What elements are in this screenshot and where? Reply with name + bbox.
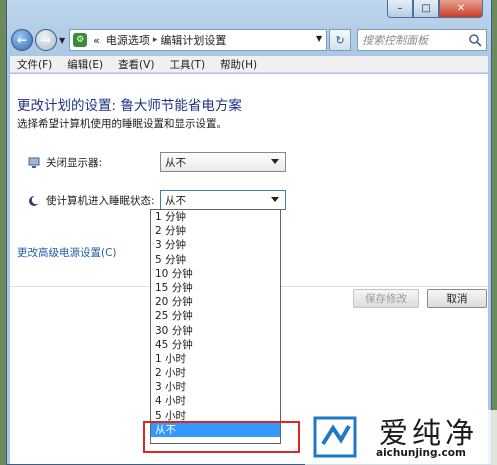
maximize-button[interactable]: □ xyxy=(413,0,439,18)
search-input[interactable]: 搜索控制面板 xyxy=(357,29,487,51)
watermark: 爱纯净 aichunjing.com xyxy=(305,410,497,465)
back-button[interactable]: ← xyxy=(11,29,33,51)
search-icon[interactable] xyxy=(468,33,482,47)
caption-buttons: – □ ✕ xyxy=(387,0,483,18)
menu-tools[interactable]: 工具(T) xyxy=(169,57,205,72)
forward-button[interactable]: → xyxy=(35,29,57,51)
menu-help[interactable]: 帮助(H) xyxy=(220,57,257,72)
option-5-min[interactable]: 5 分钟 xyxy=(151,253,280,267)
option-2-hour[interactable]: 2 小时 xyxy=(151,366,280,380)
aichunjing-logo-icon xyxy=(313,416,357,458)
minimize-button[interactable]: – xyxy=(387,0,413,18)
option-30-min[interactable]: 30 分钟 xyxy=(151,324,280,338)
address-dropdown-icon[interactable]: ▼ xyxy=(316,34,322,43)
option-15-min[interactable]: 15 分钟 xyxy=(151,281,280,295)
recent-pages-dropdown-icon[interactable]: ▼ xyxy=(59,36,65,45)
menu-edit[interactable]: 编辑(E) xyxy=(67,57,103,72)
sleep-label: 使计算机进入睡眠状态: xyxy=(46,195,155,207)
sleep-options-list[interactable]: 1 分钟 2 分钟 3 分钟 5 分钟 10 分钟 15 分钟 20 分钟 25… xyxy=(150,209,281,444)
menu-bar: 文件(F) 编辑(E) 查看(V) 工具(T) 帮助(H) xyxy=(10,56,488,73)
breadcrumb-edit-plan[interactable]: 编辑计划设置 xyxy=(160,32,226,48)
option-1-hour[interactable]: 1 小时 xyxy=(151,352,280,366)
option-10-min[interactable]: 10 分钟 xyxy=(151,267,280,281)
search-placeholder: 搜索控制面板 xyxy=(362,34,429,47)
address-bar[interactable]: ⚙ « 电源选项 ▸ 编辑计划设置 ▼ xyxy=(69,29,328,51)
option-25-min[interactable]: 25 分钟 xyxy=(151,309,280,323)
option-45-min[interactable]: 45 分钟 xyxy=(151,338,280,352)
watermark-brand: 爱纯净 xyxy=(379,416,479,450)
chevron-down-icon xyxy=(271,159,279,164)
refresh-button[interactable]: ↻ xyxy=(329,29,352,51)
menu-file[interactable]: 文件(F) xyxy=(17,57,52,72)
cancel-button[interactable]: 取消 xyxy=(427,289,487,308)
page-title: 更改计划的设置: 鲁大师节能省电方案 xyxy=(17,98,242,114)
option-4-hour[interactable]: 4 小时 xyxy=(151,394,280,408)
moon-icon xyxy=(29,195,40,206)
watermark-url: aichunjing.com xyxy=(376,447,466,459)
advanced-power-settings-link[interactable]: 更改高级电源设置(C) xyxy=(17,245,117,260)
display-off-row: 关闭显示器: xyxy=(28,155,102,170)
breadcrumb-separator[interactable]: ▸ xyxy=(153,35,158,45)
display-off-select[interactable]: 从不 xyxy=(160,152,286,172)
control-panel-icon: ⚙ xyxy=(73,33,88,47)
page-subtitle: 选择希望计算机使用的睡眠设置和显示设置。 xyxy=(17,118,227,130)
close-button[interactable]: ✕ xyxy=(439,0,483,18)
navigation-bar: ← → ▼ ⚙ « 电源选项 ▸ 编辑计划设置 ▼ ↻ 搜索控制面板 xyxy=(11,27,487,53)
sleep-row: 使计算机进入睡眠状态: xyxy=(28,193,155,208)
option-2-min[interactable]: 2 分钟 xyxy=(151,224,280,238)
display-off-label: 关闭显示器: xyxy=(46,157,103,169)
menu-view[interactable]: 查看(V) xyxy=(118,57,154,72)
monitor-icon xyxy=(28,157,40,168)
option-1-min[interactable]: 1 分钟 xyxy=(151,210,280,224)
highlight-annotation xyxy=(143,421,300,453)
save-changes-button[interactable]: 保存修改 xyxy=(353,289,419,308)
sleep-value: 从不 xyxy=(165,194,186,207)
chevron-down-icon xyxy=(271,197,279,202)
option-3-hour[interactable]: 3 小时 xyxy=(151,380,280,394)
breadcrumb-power-options[interactable]: 电源选项 xyxy=(106,32,150,48)
option-20-min[interactable]: 20 分钟 xyxy=(151,295,280,309)
sleep-select[interactable]: 从不 xyxy=(160,190,286,210)
display-off-value: 从不 xyxy=(165,156,186,169)
option-3-min[interactable]: 3 分钟 xyxy=(151,238,280,252)
breadcrumb-overflow[interactable]: « xyxy=(93,34,100,47)
